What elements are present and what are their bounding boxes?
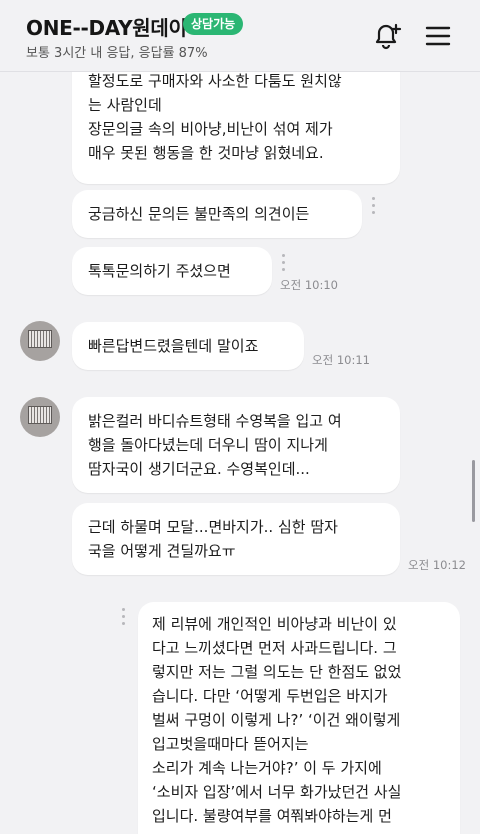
message-bubble: 톡톡문의하기 주셨으면 <box>72 247 272 295</box>
avatar[interactable] <box>20 397 60 437</box>
chat-title: ONE--DAY원데이 <box>26 16 187 40</box>
message-bubble: 궁금하신 문의든 불만족의 의견이든 <box>72 190 362 238</box>
bell-plus-icon[interactable] <box>368 18 404 54</box>
response-rate-text: 보통 3시간 내 응답, 응답률 87% <box>26 46 208 61</box>
chat-header: ONE--DAY원데이 상담가능 보통 3시간 내 응답, 응답률 87% <box>0 0 480 72</box>
more-options-icon[interactable] <box>282 254 286 272</box>
more-options-icon[interactable] <box>372 197 376 215</box>
message-bubble: 제 리뷰에 개인적인 비아냥과 비난이 있 다고 느끼셨다면 먼저 사과드립니다… <box>138 602 460 834</box>
message-timestamp: 오전 10:11 <box>312 353 370 367</box>
message-bubble: 근데 하물며 모달...면바지가.. 심한 땀자 국을 어떻게 견딜까요ㅠ <box>72 503 400 575</box>
message-timestamp: 오전 10:10 <box>280 278 338 292</box>
message-bubble: 빠른답변드렸을텐데 말이죠 <box>72 322 304 370</box>
menu-icon[interactable] <box>420 18 456 54</box>
status-badge: 상담가능 <box>183 13 244 35</box>
message-bubble: 밝은컬러 바디슈트형태 수영복을 입고 여 행을 돌아다녔는데 더우니 땀이 지… <box>72 397 400 493</box>
message-timestamp: 오전 10:12 <box>408 558 466 572</box>
avatar[interactable] <box>20 321 60 361</box>
scrollbar[interactable] <box>472 460 475 522</box>
more-options-icon[interactable] <box>122 608 126 626</box>
